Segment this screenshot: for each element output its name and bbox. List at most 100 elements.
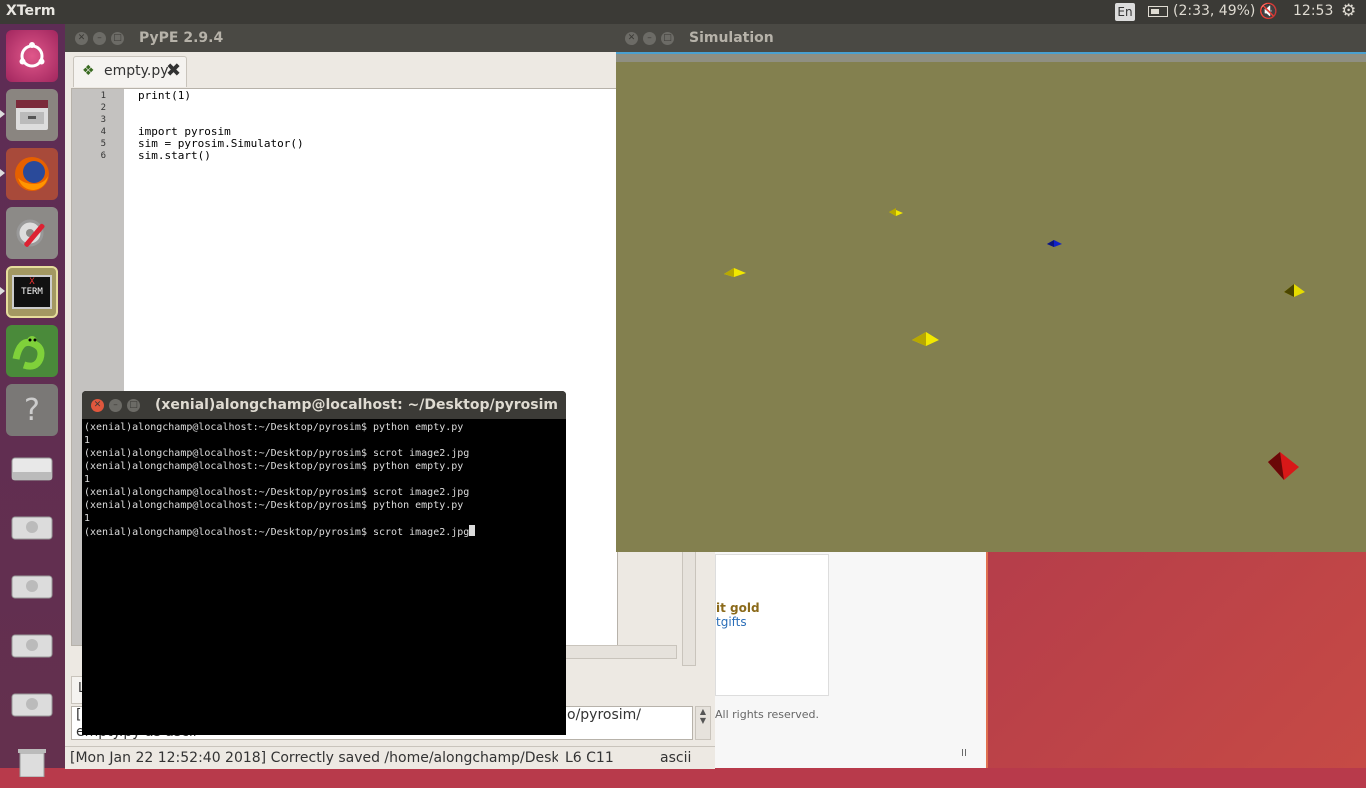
ubuntu-logo-icon [19,42,45,68]
copyright-text: All rights reserved. [715,708,820,721]
battery-icon[interactable] [1148,6,1168,17]
clock[interactable]: 12:53 [1293,3,1333,19]
xterm-titlebar[interactable]: ✕ – □ (xenial)alongchamp@localhost: ~/De… [82,391,566,419]
terminal-line: (xenial)alongchamp@localhost:~/Desktop/p… [84,487,470,498]
yellow-pyramid-shade [912,332,926,346]
terminal-line: (xenial)alongchamp@localhost:~/Desktop/p… [84,527,470,538]
scroll-down-icon[interactable]: ▼ [700,716,706,725]
browser-content-panel: it gold tgifts [715,554,829,696]
status-message: [Mon Jan 22 12:52:40 2018] Correctly sav… [70,750,558,766]
terminal-line: (xenial)alongchamp@localhost:~/Desktop/p… [84,448,470,459]
drive-icon [11,634,53,658]
wrench-gear-icon [16,219,45,247]
terminal-line: 1 [84,435,91,446]
status-bar: [Mon Jan 22 12:52:40 2018] Correctly sav… [65,746,715,769]
output-line: o/pyrosim/ [567,707,642,723]
simulation-horizon [616,52,1366,62]
gifts-link[interactable]: tgifts [716,615,747,629]
tab-empty-py[interactable]: ❖ empty.py ✖ [73,56,187,87]
minimize-icon[interactable]: – [643,32,656,45]
editor-vertical-scrollbar[interactable] [682,544,696,666]
line-number: 1 [100,91,106,101]
close-icon[interactable]: ✕ [625,32,638,45]
cursor-position: L6 C11 [565,750,614,766]
gear-icon[interactable]: ⚙ [1341,1,1356,21]
active-app-title: XTerm [6,3,56,19]
minimize-icon[interactable]: – [93,32,106,45]
launcher: X TERM ? [0,24,65,777]
maximize-icon[interactable]: □ [127,399,140,412]
terminal-cursor [469,525,476,536]
output-line: [ [76,707,82,723]
simulation-window: ✕ – □ Simulation [616,24,1366,552]
ubuntu-dash-icon[interactable] [6,30,58,82]
pause-icon[interactable]: II [961,748,967,759]
running-indicator [0,110,5,118]
system-settings-icon[interactable] [6,207,58,259]
files-icon[interactable] [6,89,58,141]
scroll-up-icon[interactable]: ▲ [700,707,706,716]
close-icon[interactable]: ✕ [91,399,104,412]
xterm-icon[interactable]: X TERM [6,266,58,318]
close-icon[interactable]: ✕ [75,32,88,45]
maximize-icon[interactable]: □ [111,32,124,45]
terminal-line: 1 [84,474,91,485]
code-line: print(1) [138,89,191,102]
battery-status[interactable]: (2:33, 49%) [1173,3,1255,19]
window-title: PyPE 2.9.4 [139,30,224,46]
firefox-logo-icon [15,157,49,191]
pype-icon[interactable] [6,325,58,377]
close-icon[interactable]: ✖ [166,60,181,81]
terminal-line: 1 [84,513,91,524]
line-number: 2 [100,103,106,113]
line-number: 3 [100,115,106,125]
line-number: 4 [100,127,106,137]
running-indicator [0,169,5,177]
window-title: (xenial)alongchamp@localhost: ~/Desktop/… [155,397,558,413]
minimize-icon[interactable]: – [109,399,122,412]
running-indicator [0,287,5,295]
keyboard-layout-indicator[interactable]: En [1115,3,1135,21]
terminal-prompt-line: (xenial)alongchamp@localhost:~/Desktop/p… [84,525,564,539]
terminal-line: (xenial)alongchamp@localhost:~/Desktop/p… [84,461,464,472]
drive-icon [11,575,53,599]
terminal-line: (xenial)alongchamp@localhost:~/Desktop/p… [84,500,464,511]
xterm-window: ✕ – □ (xenial)alongchamp@localhost: ~/De… [82,391,566,735]
window-edge [986,548,988,768]
drive-icon[interactable] [6,620,58,672]
output-scrollbar[interactable]: ▲ ▼ [695,706,711,740]
simulation-viewport[interactable] [616,62,1366,552]
help-icon[interactable]: ? [6,384,58,436]
terminal-output[interactable]: (xenial)alongchamp@localhost:~/Desktop/p… [84,421,564,733]
drive-icon[interactable] [6,443,58,495]
drive-icon[interactable] [6,561,58,613]
gold-text: it gold [716,601,760,615]
top-panel: XTerm En (2:33, 49%) 🔇 12:53 ⚙ [0,0,1366,24]
drive-icon [11,516,53,540]
xterm-logo-icon: X TERM [12,275,52,309]
maximize-icon[interactable]: □ [661,32,674,45]
python-file-icon: ❖ [82,63,95,79]
firefox-icon[interactable] [6,148,58,200]
terminal-line: (xenial)alongchamp@localhost:~/Desktop/p… [84,422,464,433]
window-title: Simulation [689,30,774,46]
line-number: 5 [100,139,106,149]
drive-icon [11,457,53,481]
simulation-titlebar[interactable]: ✕ – □ Simulation [616,24,1366,52]
file-cabinet-icon [16,100,48,130]
line-number: 6 [100,151,106,161]
yellow-pyramid-shade [889,208,896,216]
drive-icon[interactable] [6,679,58,731]
volume-muted-icon[interactable]: 🔇 [1259,2,1278,20]
file-encoding: ascii [660,750,692,766]
browser-window: it gold tgifts All rights reserved. II [715,548,988,768]
drive-icon [11,693,53,717]
yellow-pyramid-shade [1284,284,1294,297]
snake-icon [12,336,45,370]
tab-label: empty.py [104,63,169,79]
drive-icon[interactable] [6,502,58,554]
trash-icon[interactable] [6,736,58,788]
yellow-pyramid-shade [724,268,734,277]
trash-icon [18,749,46,777]
blue-pyramid-shade [1047,240,1054,247]
